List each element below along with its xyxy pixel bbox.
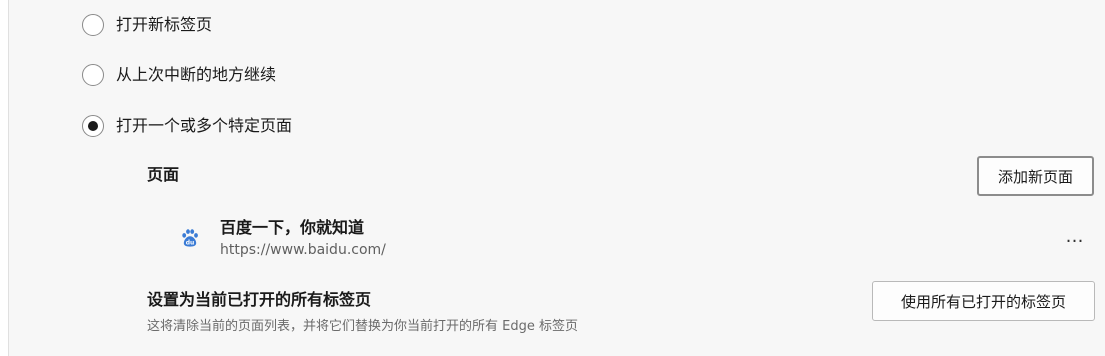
- radio-option-specific-pages[interactable]: 打开一个或多个特定页面: [82, 114, 292, 138]
- set-current-tabs-title: 设置为当前已打开的所有标签页: [147, 290, 372, 309]
- radio-label: 从上次中断的地方继续: [116, 65, 277, 84]
- left-panel-edge: [0, 0, 9, 356]
- page-url: https://www.baidu.com/: [220, 242, 386, 258]
- radio-label: 打开一个或多个特定页面: [116, 116, 293, 135]
- radio-button-checked[interactable]: [82, 115, 104, 137]
- baidu-paw-icon: du: [180, 228, 200, 248]
- add-new-page-button[interactable]: 添加新页面: [977, 156, 1094, 196]
- svg-text:du: du: [186, 240, 195, 247]
- radio-dot: [88, 121, 98, 131]
- page-title: 百度一下，你就知道: [220, 218, 365, 237]
- radio-label: 打开新标签页: [116, 15, 213, 34]
- radio-option-continue[interactable]: 从上次中断的地方继续: [82, 63, 276, 87]
- use-all-open-tabs-button[interactable]: 使用所有已打开的标签页: [872, 281, 1095, 321]
- page-list-item: du 百度一下，你就知道 https://www.baidu.com/ …: [178, 216, 1088, 264]
- set-current-tabs-description: 这将清除当前的页面列表，并将它们替换为你当前打开的所有 Edge 标签页: [147, 319, 578, 334]
- radio-option-new-tab[interactable]: 打开新标签页: [82, 13, 212, 37]
- radio-button[interactable]: [82, 14, 104, 36]
- pages-section-title: 页面: [147, 165, 180, 184]
- more-options-button[interactable]: …: [1062, 226, 1088, 248]
- radio-button[interactable]: [82, 64, 104, 86]
